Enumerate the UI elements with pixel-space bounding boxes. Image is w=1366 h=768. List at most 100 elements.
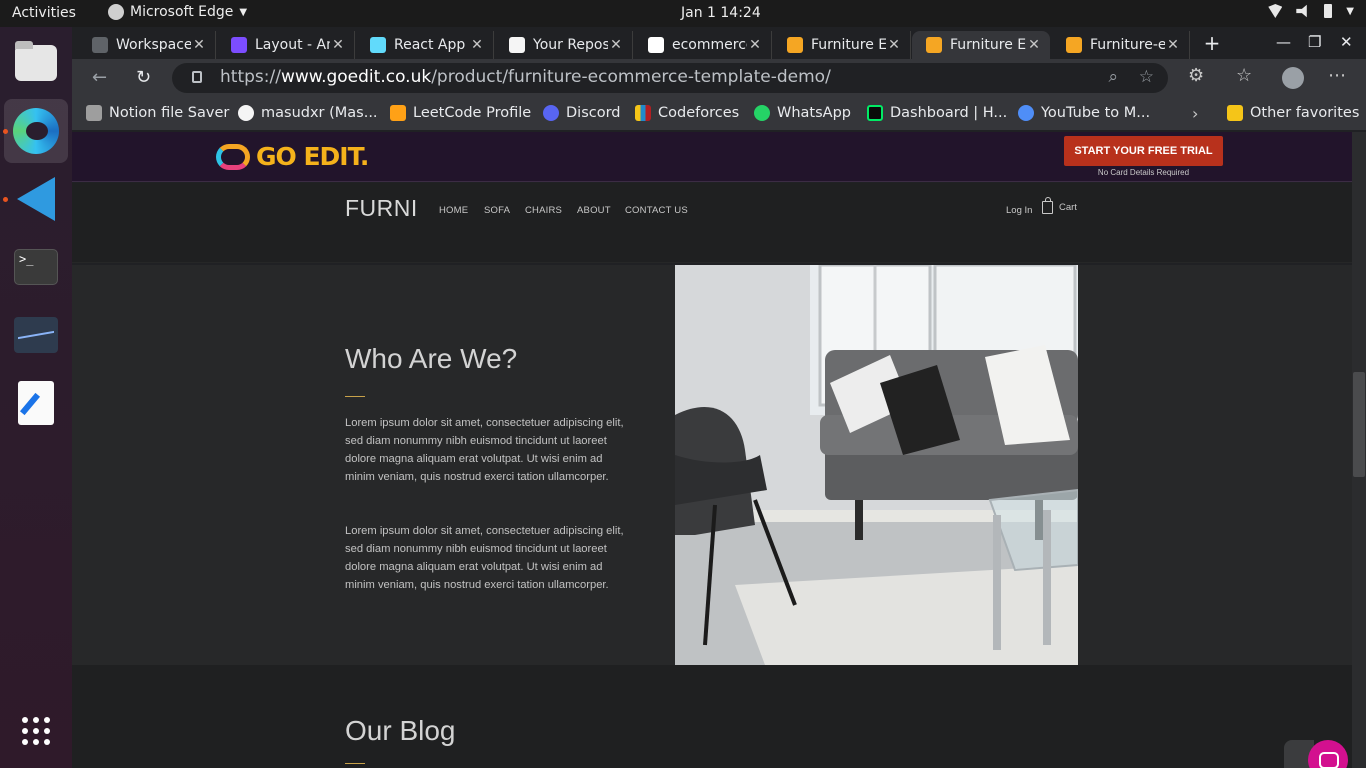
- tab[interactable]: React App ✕: [356, 31, 494, 59]
- activities-button[interactable]: Activities: [12, 5, 76, 21]
- add-favorite-icon[interactable]: ☆: [1139, 67, 1154, 87]
- close-tab-icon[interactable]: ✕: [469, 37, 485, 53]
- caret-down-icon: ▼: [239, 6, 248, 18]
- page-viewport: GO EDIT. START YOUR FREE TRIAL No Card D…: [72, 132, 1366, 768]
- bookmark[interactable]: Discord: [543, 105, 621, 121]
- bookmark-label: Notion file Saver: [109, 105, 230, 121]
- download-icon: [1018, 105, 1034, 121]
- restore-icon[interactable]: ❐: [1308, 33, 1321, 51]
- bookmark[interactable]: Notion file Saver: [86, 105, 229, 121]
- favorites-icon[interactable]: ☆: [1236, 65, 1252, 86]
- nav-about[interactable]: ABOUT: [577, 205, 611, 216]
- dock-terminal[interactable]: >_: [4, 235, 68, 299]
- extensions-icon[interactable]: ⚙: [1188, 65, 1204, 86]
- scrollbar-thumb[interactable]: [1353, 372, 1365, 477]
- bookmark[interactable]: Codeforces: [635, 105, 739, 121]
- tab[interactable]: Workspace ✕: [78, 31, 216, 59]
- show-applications[interactable]: [4, 699, 68, 763]
- living-room-illustration: [675, 265, 1078, 665]
- new-tab-button[interactable]: +: [1200, 31, 1224, 55]
- laptop-icon: [86, 105, 102, 121]
- tab-title: Workspace: [116, 37, 191, 53]
- bookmark-label: Discord: [566, 105, 621, 121]
- url-text: https://www.goedit.co.uk/product/furnitu…: [220, 67, 831, 87]
- reload-icon[interactable]: ↻: [136, 67, 151, 88]
- tab-favicon: [648, 37, 664, 53]
- goedit-logo-mark: [216, 143, 250, 170]
- tab[interactable]: Furniture E ✕: [773, 31, 911, 59]
- login-link[interactable]: Log In: [1006, 205, 1032, 216]
- site-brand[interactable]: FURNI: [345, 195, 418, 222]
- dock-files[interactable]: [4, 31, 68, 95]
- app-menu[interactable]: Microsoft Edge ▼: [108, 4, 247, 20]
- back-arrow-icon[interactable]: ←: [92, 67, 107, 88]
- close-tab-icon[interactable]: ✕: [886, 37, 902, 53]
- clock[interactable]: Jan 1 14:24: [681, 5, 761, 21]
- leetcode-icon: [390, 105, 406, 121]
- heading-underline: [345, 763, 365, 764]
- tab-active[interactable]: Furniture E ✕: [912, 31, 1050, 59]
- bookmark[interactable]: WhatsApp: [754, 105, 851, 121]
- terminal-icon: >_: [14, 249, 58, 285]
- more-options-icon[interactable]: ⋯: [1328, 65, 1346, 86]
- shopping-bag-icon: [1042, 197, 1053, 214]
- dashboard-icon: [867, 105, 883, 121]
- tab[interactable]: ecommerce ✕: [634, 31, 772, 59]
- free-trial-button[interactable]: START YOUR FREE TRIAL: [1064, 136, 1223, 166]
- tab[interactable]: Your Repos ✕: [495, 31, 633, 59]
- close-tab-icon[interactable]: ✕: [747, 37, 763, 53]
- dock-system-monitor[interactable]: [4, 303, 68, 367]
- browser-toolbar: ← ↻ https://www.goedit.co.uk/product/fur…: [72, 59, 1366, 97]
- close-window-icon[interactable]: ✕: [1340, 33, 1353, 51]
- living-room-photo: [675, 265, 1078, 665]
- close-tab-icon[interactable]: ✕: [1026, 37, 1042, 53]
- tab[interactable]: Layout - An ✕: [217, 31, 355, 59]
- text-editor-icon: [18, 381, 54, 425]
- dock-vscode[interactable]: [4, 167, 68, 231]
- goedit-logo[interactable]: GO EDIT.: [216, 142, 369, 171]
- page-scrollbar[interactable]: [1352, 132, 1366, 768]
- github-icon: [238, 105, 254, 121]
- tab-title: Layout - An: [255, 37, 330, 53]
- app-menu-label: Microsoft Edge: [130, 4, 234, 20]
- about-paragraph: Lorem ipsum dolor sit amet, consectetuer…: [345, 525, 624, 591]
- discord-icon: [543, 105, 559, 121]
- bookmark-label: LeetCode Profile: [413, 105, 532, 121]
- profile-avatar[interactable]: [1282, 67, 1304, 89]
- tab-favicon: [1066, 37, 1082, 53]
- bookmark[interactable]: masudxr (Mas...: [238, 105, 378, 121]
- dock-text-editor[interactable]: [4, 371, 68, 435]
- close-tab-icon[interactable]: ✕: [330, 37, 346, 53]
- nav-contact[interactable]: CONTACT US: [625, 205, 688, 216]
- bookmark[interactable]: Dashboard | H...: [867, 105, 1007, 121]
- nav-home[interactable]: HOME: [439, 205, 468, 216]
- tab-title: ecommerce: [672, 37, 747, 53]
- caret-down-icon: ▼: [1346, 5, 1354, 17]
- goedit-logo-text: GO EDIT.: [256, 142, 369, 171]
- close-tab-icon[interactable]: ✕: [191, 37, 207, 53]
- nav-sofa[interactable]: SOFA: [484, 205, 510, 216]
- system-tray[interactable]: ▼: [1268, 4, 1354, 18]
- bookmark-label: masudxr (Mas...: [261, 105, 378, 121]
- cart-link[interactable]: Cart: [1042, 197, 1077, 214]
- tab-favicon: [231, 37, 247, 53]
- close-tab-icon[interactable]: ✕: [1165, 37, 1181, 53]
- zoom-icon[interactable]: ⌕: [1108, 67, 1118, 87]
- chevron-right-icon[interactable]: ›: [1192, 104, 1198, 123]
- system-monitor-icon: [14, 317, 58, 353]
- files-icon: [15, 41, 57, 81]
- lock-icon: [192, 71, 202, 83]
- other-favorites[interactable]: Other favorites: [1227, 105, 1359, 121]
- volume-icon: [1296, 4, 1307, 18]
- close-tab-icon[interactable]: ✕: [608, 37, 624, 53]
- bookmark[interactable]: LeetCode Profile: [390, 105, 531, 121]
- codeforces-icon: [635, 105, 651, 121]
- tab-favicon: [509, 37, 525, 53]
- address-bar[interactable]: https://www.goedit.co.uk/product/furnitu…: [172, 63, 1168, 93]
- nav-chairs[interactable]: CHAIRS: [525, 205, 562, 216]
- bookmark-label: Codeforces: [658, 105, 740, 121]
- tab[interactable]: Furniture-e ✕: [1052, 31, 1190, 59]
- bookmark[interactable]: YouTube to M...: [1018, 105, 1150, 121]
- dock-edge[interactable]: [4, 99, 68, 163]
- minimize-icon[interactable]: —: [1276, 33, 1291, 51]
